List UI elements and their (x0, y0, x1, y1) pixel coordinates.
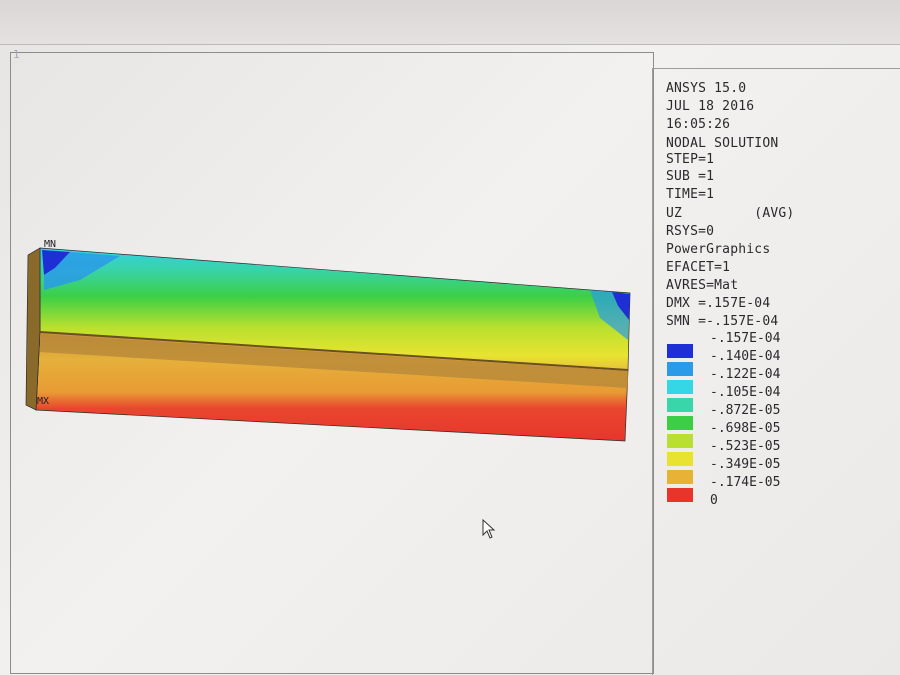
mouse-cursor-icon (482, 519, 496, 539)
legend-label-9: 0 (710, 493, 718, 508)
legend-label-8: -.174E-05 (710, 475, 781, 490)
legend-label-2: -.122E-04 (710, 367, 781, 382)
ansys-screen: 1 MN MX ANSYS 15.0 JUL 18 2016 16:05:26 … (0, 0, 900, 675)
legend-label-7: -.349E-05 (710, 457, 781, 472)
legend-label-3: -.105E-04 (710, 385, 781, 400)
info-line-powergraphics: PowerGraphics (666, 242, 771, 257)
info-line-sub: SUB =1 (666, 169, 715, 184)
legend-label-1: -.140E-04 (710, 349, 781, 364)
legend-top-label: -.157E-04 (710, 331, 781, 346)
legend-swatch-2 (667, 362, 693, 376)
info-line-avres: AVRES=Mat (666, 278, 739, 293)
info-line-product: ANSYS 15.0 (666, 81, 747, 96)
legend-swatch-5 (667, 416, 693, 430)
legend-label-4: -.872E-05 (710, 403, 781, 418)
legend-swatch-1 (667, 344, 693, 358)
info-line-rsys: RSYS=0 (666, 224, 715, 239)
legend-swatch-7 (667, 452, 693, 466)
info-line-date: JUL 18 2016 (666, 99, 755, 114)
legend-swatch-3 (667, 380, 693, 394)
info-line-smn: SMN =-.157E-04 (666, 314, 779, 329)
min-node-label: MN (44, 239, 57, 250)
legend-label-6: -.523E-05 (710, 439, 781, 454)
info-line-uz: UZ (AVG) (666, 206, 795, 221)
legend-swatch-9 (667, 488, 693, 502)
max-node-label: MX (37, 396, 50, 407)
info-line-time: 16:05:26 (666, 117, 731, 132)
legend-swatch-6 (667, 434, 693, 448)
info-line-step: STEP=1 (666, 152, 715, 167)
info-line-timeval: TIME=1 (666, 187, 715, 202)
info-line-efacet: EFACET=1 (666, 260, 731, 275)
info-line-solution: NODAL SOLUTION (666, 136, 779, 151)
legend-label-5: -.698E-05 (710, 421, 781, 436)
legend-swatch-4 (667, 398, 693, 412)
info-line-dmx: DMX =.157E-04 (666, 296, 771, 311)
legend-swatch-8 (667, 470, 693, 484)
